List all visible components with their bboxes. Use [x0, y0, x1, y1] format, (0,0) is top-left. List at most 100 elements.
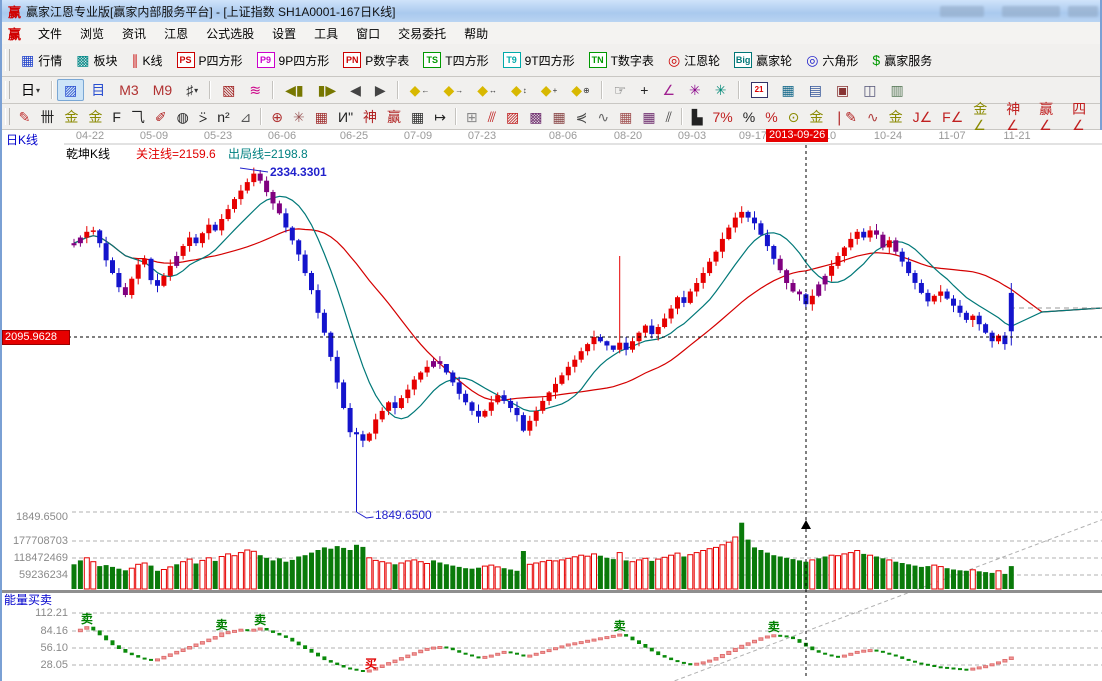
comb-tool[interactable]: ⍩ [194, 107, 212, 127]
time-cycle-tool[interactable]: ◍ [172, 107, 194, 127]
menu-item-7[interactable]: 窗口 [347, 25, 389, 43]
percent-tool[interactable]: % [738, 107, 760, 127]
menu-item-3[interactable]: 江恩 [155, 25, 197, 43]
toolbar-grip[interactable] [5, 81, 10, 99]
gold-level-tool[interactable]: 金 [804, 107, 828, 127]
hand-tool-button[interactable]: ☞ [607, 79, 634, 101]
brush-tool[interactable]: ✐ [150, 107, 172, 127]
hatch-grid-tool[interactable]: ▦ [547, 107, 570, 127]
menu-item-2[interactable]: 资讯 [113, 25, 155, 43]
angle-j-tool[interactable]: J∠ [908, 107, 938, 127]
time-comb-tool[interactable]: 卌 [35, 107, 59, 127]
p-number-table-button[interactable]: PNP数字表 [336, 49, 416, 72]
menu-item-9[interactable]: 帮助 [455, 25, 497, 43]
toolbar-grip[interactable] [5, 49, 10, 71]
diag-grid-tool[interactable]: ▨ [501, 107, 524, 127]
candle-style-dropdown[interactable]: ♯▾ [179, 79, 205, 101]
p-square-button[interactable]: PSP四方形 [170, 49, 250, 72]
sectors-button[interactable]: ▩板块 [69, 49, 124, 72]
star-grid-tool[interactable]: ✳ [288, 107, 310, 127]
fibonacci-grid-tool[interactable]: F [107, 107, 126, 127]
winner-wheel-button[interactable]: Big赢家轮 [727, 49, 799, 72]
period-day-dropdown[interactable]: 日▾ [14, 79, 47, 101]
corner-grid-tool[interactable]: ⊞ [461, 107, 483, 127]
menu-item-5[interactable]: 设置 [263, 25, 305, 43]
ninet-square-button[interactable]: T99T四方形 [496, 49, 582, 72]
period-label[interactable]: 日K线 [6, 131, 38, 148]
gann-target-tool[interactable]: ⊕ [266, 107, 288, 127]
net-flower2-button[interactable]: ✳ [708, 79, 734, 101]
menu-item-8[interactable]: 交易委托 [389, 25, 455, 43]
mini-chart3-button[interactable]: M3 [112, 79, 145, 101]
parallel-lines-tool[interactable]: ⫽ [661, 107, 677, 127]
quotes-button[interactable]: ▦行情 [14, 49, 69, 72]
gann-fan-tool[interactable]: ⊿ [235, 107, 257, 127]
percent7-tool[interactable]: 7% [708, 107, 738, 127]
dark-grid-tool[interactable]: ▩ [524, 107, 547, 127]
shen-grid-tool[interactable]: 神 [358, 107, 382, 127]
calculator-button[interactable]: ▦ [775, 79, 802, 101]
diamond-target-button[interactable]: ◆⊕ [564, 79, 596, 101]
candle-pen-tool[interactable]: ❘✎ [828, 107, 861, 127]
first-page-button[interactable]: ◀▮ [278, 79, 310, 101]
toolbar-grip[interactable] [5, 108, 10, 126]
last-page-button[interactable]: ▮▶ [311, 79, 343, 101]
column-stat-tool[interactable]: ▙ [687, 107, 708, 127]
t-square-button[interactable]: TST四方形 [416, 49, 495, 72]
winner-service-button[interactable]: $赢家服务 [865, 49, 939, 72]
menu-item-4[interactable]: 公式选股 [197, 25, 263, 43]
menu-item-6[interactable]: 工具 [305, 25, 347, 43]
percent-line-tool[interactable]: % [760, 107, 782, 127]
winner-wheel-button-icon: Big [734, 52, 752, 68]
notepad-button[interactable]: ▤ [802, 79, 829, 101]
box-grid-tool[interactable]: ▦ [310, 107, 333, 127]
diamond-right-button[interactable]: ◆→ [436, 79, 470, 101]
gold-circle-tool[interactable]: ⊙ [783, 107, 805, 127]
gold-box-tool[interactable]: 金 [884, 107, 908, 127]
t-number-table-button[interactable]: TNT数字表 [582, 49, 661, 72]
gann-wheel-button[interactable]: ◎江恩轮 [661, 49, 727, 72]
net-disk-button[interactable]: ◫ [856, 79, 883, 101]
diamond-plus-button[interactable]: ◆+ [534, 79, 564, 101]
gold-grid2-tool[interactable]: 金 [83, 107, 107, 127]
save-button[interactable]: ▣ [829, 79, 856, 101]
marker-pen-tool[interactable]: ✎ [14, 107, 36, 127]
square-of-nine-tool[interactable]: n² [212, 107, 234, 127]
number-grid-tool[interactable]: ▦ [406, 107, 429, 127]
crosshair-tool-button[interactable]: + [633, 79, 655, 101]
diamond-v-button[interactable]: ◆↕ [504, 79, 534, 101]
menu-item-0[interactable]: 文件 [29, 25, 71, 43]
wave-a-tool[interactable]: ∿ [862, 107, 884, 127]
width-measure-tool[interactable]: ↦ [429, 107, 451, 127]
calendar-button[interactable]: 21 [744, 79, 775, 101]
mesh-grid2-tool[interactable]: ▦ [637, 107, 660, 127]
hexagon-button[interactable]: ◎六角形 [799, 49, 865, 72]
cube-view-button[interactable]: ▧ [215, 79, 242, 101]
net-flower-button[interactable]: ✳ [682, 79, 708, 101]
next-button[interactable]: ▶ [368, 79, 393, 101]
angle-fan-tool[interactable]: ⋞ [571, 107, 593, 127]
menu-item-1[interactable]: 浏览 [71, 25, 113, 43]
prev-button[interactable]: ◀ [343, 79, 368, 101]
memo-button[interactable]: 目 [84, 79, 112, 101]
wave-mark-tool[interactable]: И" [333, 107, 358, 127]
data-download-button[interactable]: ▥ [883, 79, 910, 101]
angle-f-tool[interactable]: F∠ [937, 107, 968, 127]
ninep-square-button[interactable]: P99P四方形 [250, 49, 337, 72]
diamond-h-button[interactable]: ◆↔ [470, 79, 504, 101]
mesh-grid-tool[interactable]: ▦ [614, 107, 637, 127]
red-rays-tool[interactable]: ⫻ [483, 107, 501, 127]
angle-measure-button[interactable]: ∠ [655, 79, 682, 101]
gold-grid-tool[interactable]: 金 [59, 107, 83, 127]
ying-grid-tool[interactable]: 赢 [382, 107, 406, 127]
diamond-left-button[interactable]: ◆← [403, 79, 437, 101]
spiral-tool[interactable]: ⺄ [126, 107, 150, 127]
mini-chart9-button[interactable]: M9 [146, 79, 179, 101]
main-chart-canvas[interactable] [2, 130, 1102, 681]
chart-region[interactable]: 04-2205-0905-2306-0606-2507-0907-2308-06… [2, 130, 1102, 681]
kline-button[interactable]: ∥K线 [125, 49, 170, 72]
indicator-name-label[interactable]: 能量买卖 [4, 591, 52, 608]
volume-profile-button[interactable]: ≋ [242, 79, 268, 101]
window-layout-button[interactable]: ▨ [57, 79, 84, 101]
w-wave-tool[interactable]: ∿ [592, 107, 614, 127]
